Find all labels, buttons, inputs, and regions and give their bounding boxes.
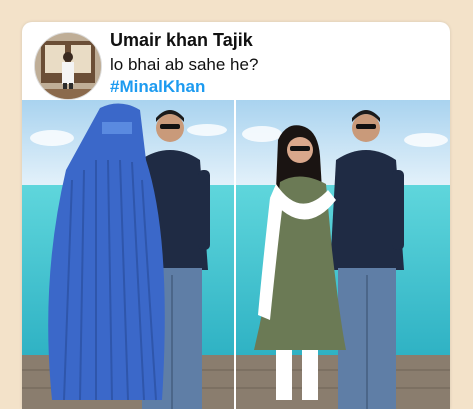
tweet-card: Umair khan Tajik lo bhai ab sahe he? #Mi… [22,22,450,409]
burqa-photo-icon [22,100,234,409]
author-name[interactable]: Umair khan Tajik [110,30,253,51]
tweet-photos [22,100,450,409]
photo-left[interactable] [22,100,234,409]
author-avatar[interactable] [34,32,102,100]
photo-right[interactable] [236,100,450,409]
profile-photo-icon [35,33,101,99]
couple-photo-icon [236,100,450,409]
hashtag-link[interactable]: #MinalKhan [110,77,205,97]
tweet-text: lo bhai ab sahe he? [110,55,259,74]
